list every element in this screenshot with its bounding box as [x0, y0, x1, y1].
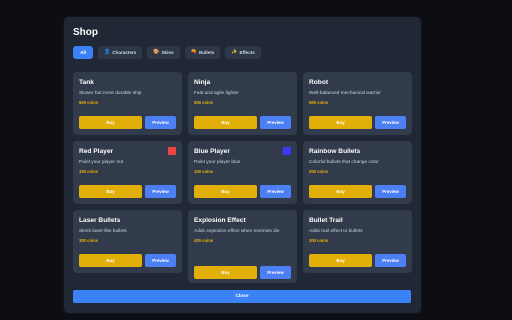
item-description: Adds explosion effect when enemies die [194, 229, 280, 234]
preview-button[interactable]: Preview [375, 254, 406, 267]
item-price: 500 coins [194, 100, 214, 106]
preview-button[interactable]: Preview [145, 254, 176, 267]
close-button[interactable]: Close [73, 290, 411, 303]
buy-button[interactable]: Buy [309, 116, 372, 129]
preview-button[interactable]: Preview [260, 266, 291, 279]
shop-item-card: Tank Slower but more durable ship 500 co… [73, 72, 182, 135]
item-name: Laser Bullets [79, 217, 121, 224]
item-price: 100 coins [79, 169, 99, 175]
shop-item-grid: Tank Slower but more durable ship 500 co… [73, 72, 412, 283]
tab-all[interactable]: All [73, 46, 93, 59]
tab-label: Characters [112, 50, 137, 55]
shop-item-card: Rainbow Bullets Colorful bullets that ch… [303, 141, 412, 204]
tab-effects[interactable]: ✨ Effects [225, 46, 261, 59]
gun-icon: 🔫 [190, 49, 197, 55]
buy-button[interactable]: Buy [309, 185, 372, 198]
item-description: Well-balanced mechanical warrior [309, 91, 381, 96]
shop-title: Shop [73, 27, 98, 38]
shop-item-card: Red Player Paint your player red 100 coi… [73, 141, 182, 204]
item-name: Ninja [194, 79, 211, 86]
buy-button[interactable]: Buy [309, 254, 372, 267]
tab-label: All [80, 50, 86, 55]
item-description: Paint your player blue [194, 160, 241, 165]
item-price: 600 coins [309, 100, 329, 106]
preview-button[interactable]: Preview [260, 185, 291, 198]
category-tabs: All 👤 Characters 🎨 Skins 🔫 Bullets ✨ Eff… [73, 46, 261, 59]
item-name: Blue Player [194, 148, 230, 155]
item-price: 100 coins [194, 169, 214, 175]
shop-item-card: Robot Well-balanced mechanical warrior 6… [303, 72, 412, 135]
shop-item-card: Laser Bullets Sleek laser-like bullets 3… [73, 210, 182, 273]
tab-skins[interactable]: 🎨 Skins [147, 46, 180, 59]
buy-button[interactable]: Buy [194, 116, 257, 129]
item-price: 400 coins [194, 238, 214, 244]
shop-item-card: Explosion Effect Adds explosion effect w… [188, 210, 297, 283]
person-icon: 👤 [104, 49, 111, 55]
item-name: Tank [79, 79, 94, 86]
preview-button[interactable]: Preview [375, 116, 406, 129]
tab-bullets[interactable]: 🔫 Bullets [184, 46, 221, 59]
shop-item-card: Bullet Trail Adds trail effect to bullet… [303, 210, 412, 273]
color-swatch [283, 147, 291, 155]
color-swatch [168, 147, 176, 155]
tab-label: Skins [161, 50, 174, 55]
buy-button[interactable]: Buy [194, 185, 257, 198]
item-name: Explosion Effect [194, 217, 246, 224]
palette-icon: 🎨 [153, 49, 160, 55]
item-description: Colorful bullets that change color [309, 160, 379, 165]
preview-button[interactable]: Preview [260, 116, 291, 129]
tab-characters[interactable]: 👤 Characters [98, 46, 143, 59]
item-description: Paint your player red [79, 160, 124, 165]
buy-button[interactable]: Buy [79, 254, 142, 267]
item-description: Sleek laser-like bullets [79, 229, 127, 234]
tab-label: Effects [239, 50, 255, 55]
item-description: Adds trail effect to bullets [309, 229, 363, 234]
item-price: 300 coins [309, 238, 329, 244]
tab-label: Bullets [198, 50, 215, 55]
shop-item-card: Blue Player Paint your player blue 100 c… [188, 141, 297, 204]
item-name: Bullet Trail [309, 217, 343, 224]
buy-button[interactable]: Buy [194, 266, 257, 279]
buy-button[interactable]: Buy [79, 116, 142, 129]
preview-button[interactable]: Preview [145, 116, 176, 129]
buy-button[interactable]: Buy [79, 185, 142, 198]
item-description: Slower but more durable ship [79, 91, 142, 96]
item-price: 300 coins [79, 238, 99, 244]
item-name: Rainbow Bullets [309, 148, 361, 155]
shop-item-card: Ninja Fast and agile fighter 500 coins B… [188, 72, 297, 135]
item-name: Red Player [79, 148, 114, 155]
preview-button[interactable]: Preview [145, 185, 176, 198]
sparkles-icon: ✨ [231, 49, 238, 55]
shop-modal: Shop All 👤 Characters 🎨 Skins 🔫 Bullets … [64, 17, 421, 313]
item-price: 500 coins [79, 100, 99, 106]
item-description: Fast and agile fighter [194, 91, 239, 96]
item-price: 200 coins [309, 169, 329, 175]
preview-button[interactable]: Preview [375, 185, 406, 198]
item-name: Robot [309, 79, 329, 86]
